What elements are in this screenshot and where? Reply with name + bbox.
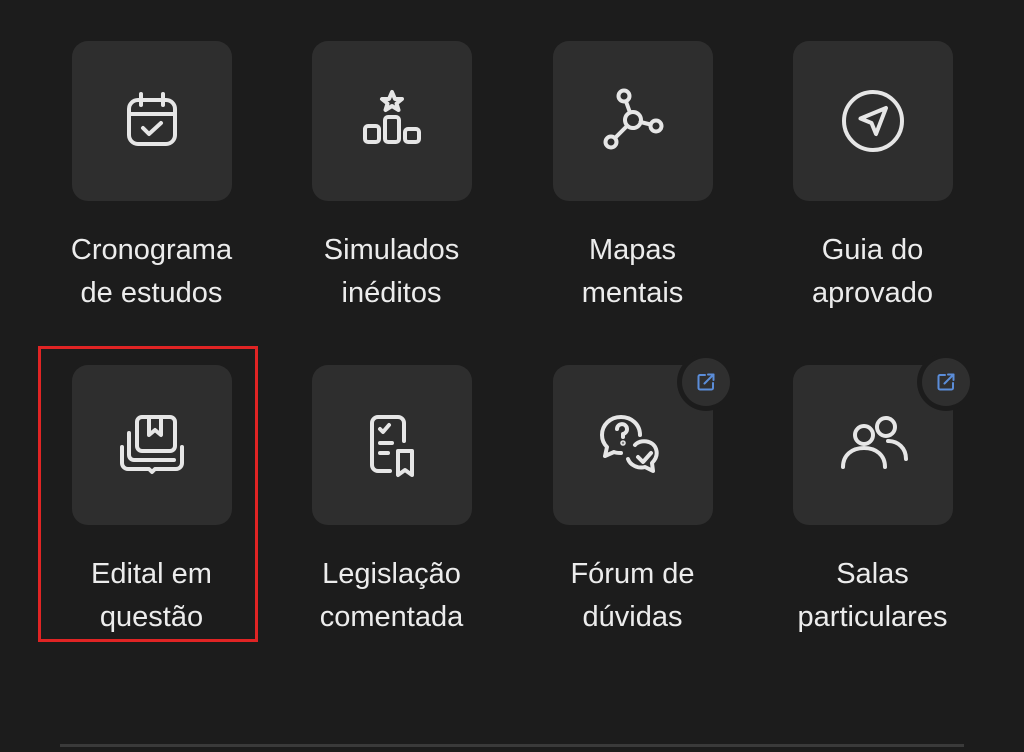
external-link-badge[interactable]: [676, 353, 735, 411]
tile-label: Cronograma de estudos: [70, 234, 233, 309]
bottom-divider: [60, 744, 964, 747]
external-link-badge[interactable]: [916, 353, 975, 411]
tile-icon-box[interactable]: [311, 365, 472, 525]
tile-label: Mapas mentais: [581, 234, 684, 309]
mind-map-icon: [603, 88, 663, 150]
document-bookmark-icon: [369, 415, 414, 477]
tile-icon-box[interactable]: [792, 353, 975, 525]
tile-cronograma-de-estudos[interactable]: Cronograma de estudos: [31, 41, 272, 315]
calendar-check-icon: [126, 92, 177, 146]
tile-label: Edital em questão: [91, 558, 212, 633]
navigation-compass-icon: [841, 90, 904, 152]
tile-icon-box[interactable]: [71, 41, 232, 201]
podium-star-icon: [362, 90, 421, 144]
question-chat-icon: [599, 415, 659, 473]
tile-guia-do-aprovado[interactable]: Guia do aprovado: [752, 41, 993, 315]
tile-icon-box[interactable]: [71, 365, 232, 525]
tile-icon-box[interactable]: [552, 41, 713, 201]
users-icon: [840, 416, 908, 469]
tile-icon-box[interactable]: [552, 353, 735, 525]
tile-forum-de-duvidas[interactable]: Fórum de dúvidas: [512, 353, 753, 639]
tile-salas-particulares[interactable]: Salas particulares: [752, 353, 993, 639]
tile-label: Salas particulares: [797, 558, 948, 633]
tile-label: Fórum de dúvidas: [570, 558, 695, 633]
tile-label: Legislação comentada: [319, 558, 464, 633]
tile-mapas-mentais[interactable]: Mapas mentais: [512, 41, 753, 315]
study-tools-grid: Cronograma de estudos Simulados inéditos: [0, 0, 1024, 752]
tile-edital-em-questao[interactable]: Edital em questão: [31, 365, 272, 639]
tile-label: Guia do aprovado: [812, 234, 933, 309]
external-link-icon: [697, 373, 714, 391]
tile-icon-box[interactable]: [792, 41, 953, 201]
external-link-icon: [937, 373, 954, 391]
tile-legislacao-comentada[interactable]: Legislação comentada: [271, 365, 512, 639]
tile-simulados-ineditos[interactable]: Simulados inéditos: [271, 41, 512, 315]
tile-icon-box[interactable]: [311, 41, 472, 201]
book-stack-icon: [119, 415, 184, 474]
tile-label: Simulados inéditos: [323, 234, 460, 309]
